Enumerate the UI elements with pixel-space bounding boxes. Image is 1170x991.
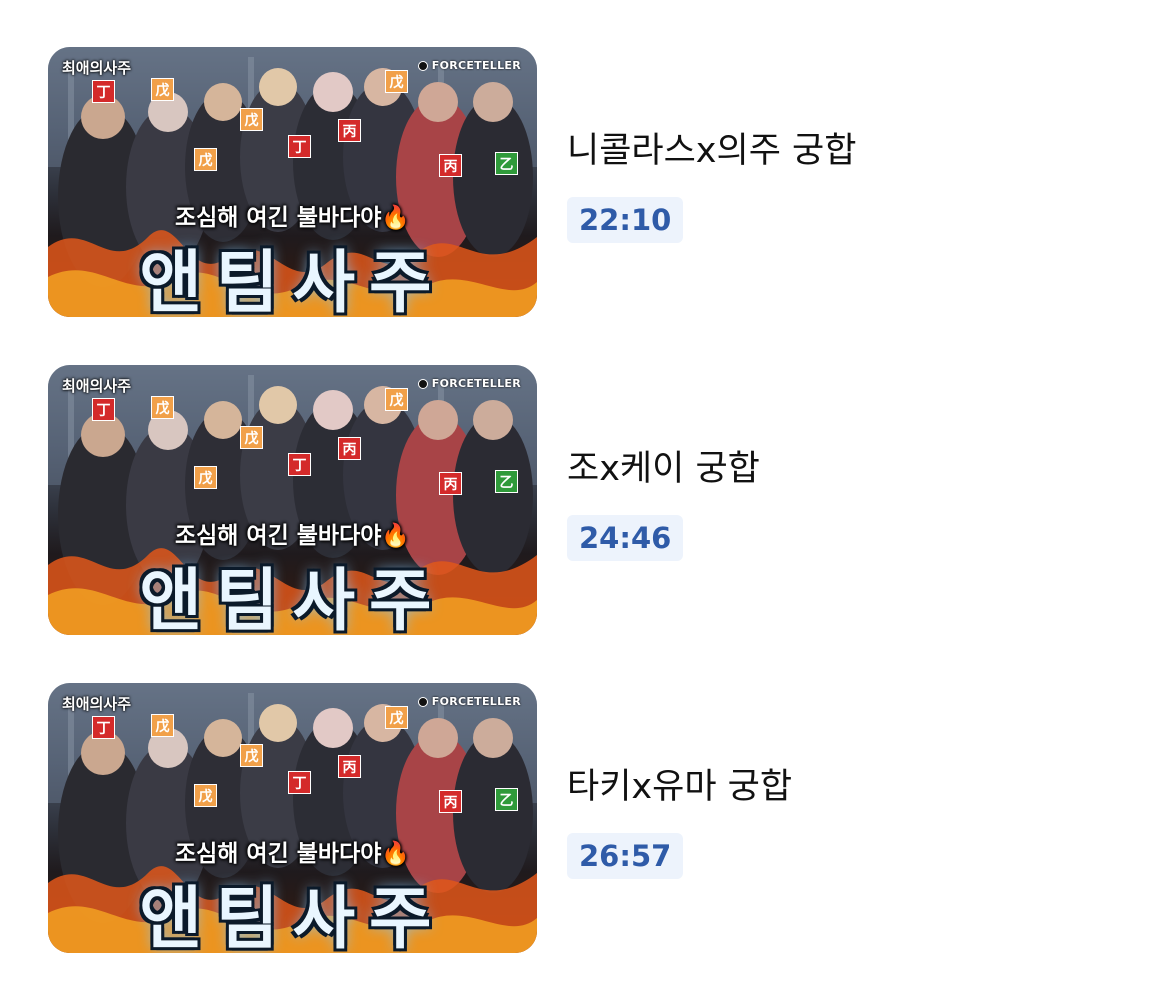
circle-logo-icon xyxy=(417,60,428,71)
saju-badge: 丙 xyxy=(338,119,361,142)
brand-logo: FORCETELLER xyxy=(417,59,521,72)
channel-tag: 최애의사주 xyxy=(62,377,132,395)
duration-badge: 24:46 xyxy=(567,515,684,561)
video-title[interactable]: 니콜라스x의주 궁합 xyxy=(567,122,856,173)
saju-badge: 乙 xyxy=(495,470,518,493)
brand-logo: FORCETELLER xyxy=(417,695,521,708)
saju-badge: 乙 xyxy=(495,788,518,811)
saju-badge: 戊 xyxy=(151,396,174,419)
video-title[interactable]: 타키x유마 궁합 xyxy=(567,758,792,809)
video-thumbnail[interactable]: 최애의사주 FORCETELLER 丁 戊 戊 戊 丁 丙 戊 丙 乙 조심해 … xyxy=(48,683,537,953)
saju-badge: 戊 xyxy=(194,466,217,489)
saju-badge: 戊 xyxy=(240,108,263,131)
saju-badge: 戊 xyxy=(385,388,408,411)
video-info: 타키x유마 궁합 26:57 xyxy=(567,683,1127,953)
video-thumbnail[interactable]: 최애의사주 FORCETELLER 丁 戊 戊 戊 丁 丙 戊 丙 乙 조심해 … xyxy=(48,47,537,317)
saju-badge: 戊 xyxy=(385,706,408,729)
duration-badge: 26:57 xyxy=(567,833,684,879)
brand-name: FORCETELLER xyxy=(431,377,521,390)
video-info: 조x케이 궁합 24:46 xyxy=(567,365,1127,635)
circle-logo-icon xyxy=(417,696,428,707)
saju-badge: 戊 xyxy=(151,714,174,737)
video-thumbnail[interactable]: 최애의사주 FORCETELLER 丁 戊 戊 戊 丁 丙 戊 丙 乙 조심해 … xyxy=(48,365,537,635)
duration-badge: 22:10 xyxy=(567,197,684,243)
thumbnail-title: 앤팀사주 xyxy=(139,244,446,317)
brand-name: FORCETELLER xyxy=(431,59,521,72)
brand-logo: FORCETELLER xyxy=(417,377,521,390)
saju-badge: 戊 xyxy=(240,744,263,767)
saju-badge: 戊 xyxy=(194,784,217,807)
saju-badge: 丁 xyxy=(92,716,115,739)
channel-tag: 최애의사주 xyxy=(62,59,132,77)
saju-badge: 戊 xyxy=(194,148,217,171)
video-item[interactable]: 최애의사주 FORCETELLER 丁 戊 戊 戊 丁 丙 戊 丙 乙 조심해 … xyxy=(48,683,1148,953)
saju-badge: 戊 xyxy=(385,70,408,93)
video-item[interactable]: 최애의사주 FORCETELLER 丁 戊 戊 戊 丁 丙 戊 丙 乙 조심해 … xyxy=(48,365,1148,635)
circle-logo-icon xyxy=(417,378,428,389)
saju-badge: 丁 xyxy=(288,135,311,158)
brand-name: FORCETELLER xyxy=(431,695,521,708)
thumbnail-title: 앤팀사주 xyxy=(139,880,446,953)
video-title[interactable]: 조x케이 궁합 xyxy=(567,440,760,491)
saju-badge: 乙 xyxy=(495,152,518,175)
saju-badge: 丁 xyxy=(92,398,115,421)
saju-badge: 丙 xyxy=(338,437,361,460)
saju-badge: 丁 xyxy=(288,771,311,794)
thumbnail-title: 앤팀사주 xyxy=(139,562,446,635)
saju-badge: 丙 xyxy=(338,755,361,778)
saju-badge: 丙 xyxy=(439,472,462,495)
saju-badge: 丙 xyxy=(439,154,462,177)
saju-badge: 丁 xyxy=(288,453,311,476)
saju-badge: 丁 xyxy=(92,80,115,103)
video-list: 최애의사주 FORCETELLER 丁 戊 戊 戊 丁 丙 戊 丙 乙 조심해 … xyxy=(0,0,1170,991)
channel-tag: 최애의사주 xyxy=(62,695,132,713)
video-item[interactable]: 최애의사주 FORCETELLER 丁 戊 戊 戊 丁 丙 戊 丙 乙 조심해 … xyxy=(48,47,1148,317)
saju-badge: 戊 xyxy=(240,426,263,449)
video-info: 니콜라스x의주 궁합 22:10 xyxy=(567,47,1127,317)
saju-badge: 丙 xyxy=(439,790,462,813)
saju-badge: 戊 xyxy=(151,78,174,101)
